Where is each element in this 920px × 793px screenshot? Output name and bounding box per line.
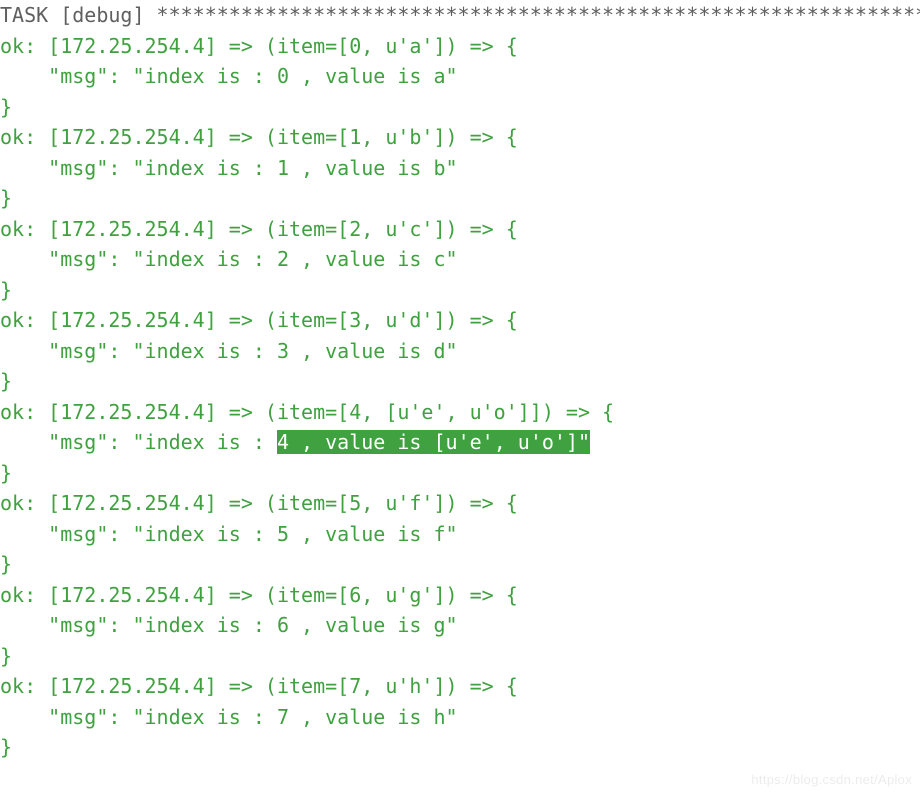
task-header: TASK [debug] ***************************… xyxy=(0,3,920,27)
result-line: ok: [172.25.254.4] => (item=[3, u'd']) =… xyxy=(0,308,518,332)
result-line: ok: [172.25.254.4] => (item=[5, u'f']) =… xyxy=(0,491,518,515)
result-line: ok: [172.25.254.4] => (item=[2, u'c']) =… xyxy=(0,217,518,241)
result-close: } xyxy=(0,186,12,210)
result-msg: "msg": "index is : 5 , value is f" xyxy=(0,522,458,546)
result-close: } xyxy=(0,95,12,119)
result-msg: "msg": "index is : 3 , value is d" xyxy=(0,339,458,363)
result-line: ok: [172.25.254.4] => (item=[7, u'h']) =… xyxy=(0,674,518,698)
result-close: } xyxy=(0,552,12,576)
result-line: ok: [172.25.254.4] => (item=[1, u'b']) =… xyxy=(0,125,518,149)
result-close: } xyxy=(0,278,12,302)
terminal-output: TASK [debug] ***************************… xyxy=(0,0,920,763)
result-close: } xyxy=(0,461,12,485)
result-msg: "msg": "index is : 0 , value is a" xyxy=(0,64,458,88)
result-msg: "msg": "index is : 1 , value is b" xyxy=(0,156,458,180)
result-close: } xyxy=(0,735,12,759)
result-close: } xyxy=(0,369,12,393)
result-line: ok: [172.25.254.4] => (item=[0, u'a']) =… xyxy=(0,34,518,58)
result-close: } xyxy=(0,644,12,668)
result-line: ok: [172.25.254.4] => (item=[4, [u'e', u… xyxy=(0,400,614,424)
result-msg: "msg": "index is : 6 , value is g" xyxy=(0,613,458,637)
result-msg: "msg": "index is : 7 , value is h" xyxy=(0,705,458,729)
watermark-text: https://blog.csdn.net/Aplox xyxy=(751,772,912,787)
result-msg: "msg": "index is : 2 , value is c" xyxy=(0,247,458,271)
result-msg: "msg": "index is : 4 , value is [u'e', u… xyxy=(0,430,590,454)
highlighted-text: 4 , value is [u'e', u'o']" xyxy=(277,430,590,454)
result-line: ok: [172.25.254.4] => (item=[6, u'g']) =… xyxy=(0,583,518,607)
